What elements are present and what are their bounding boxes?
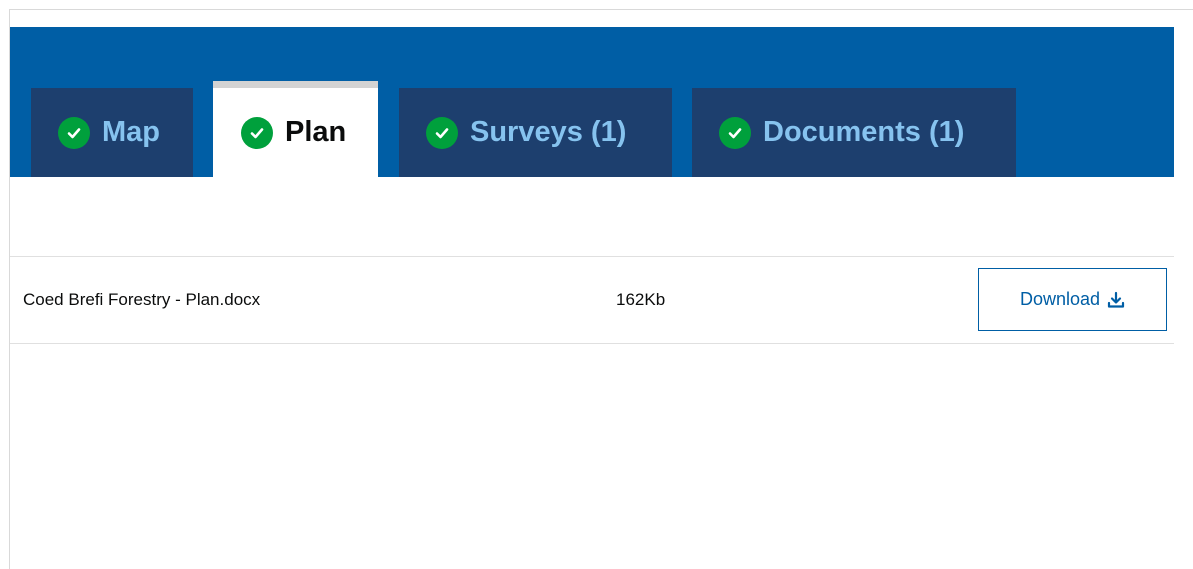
file-name: Coed Brefi Forestry - Plan.docx <box>23 290 261 309</box>
tab-label: Plan <box>285 116 347 148</box>
download-button-label: Download <box>1019 289 1101 309</box>
tab-label: Documents (1) <box>763 116 965 148</box>
download-icon <box>1107 291 1125 309</box>
tab-surveys[interactable]: Surveys (1) <box>399 88 672 177</box>
tab-bar: Map Plan Surveys (1) Documents (1) <box>10 27 1174 177</box>
row-divider <box>10 256 1174 257</box>
check-circle-icon <box>719 116 751 149</box>
tab-map[interactable]: Map <box>31 88 193 177</box>
check-circle-icon <box>241 116 273 149</box>
tab-label: Map <box>102 116 160 148</box>
tab-plan[interactable]: Plan <box>213 81 378 177</box>
row-divider <box>10 343 1174 344</box>
tab-label: Surveys (1) <box>470 116 627 148</box>
download-button[interactable]: Download <box>978 268 1167 331</box>
check-circle-icon <box>58 116 90 149</box>
file-size: 162Kb <box>616 290 666 309</box>
tab-documents[interactable]: Documents (1) <box>692 88 1016 177</box>
check-circle-icon <box>426 116 458 149</box>
